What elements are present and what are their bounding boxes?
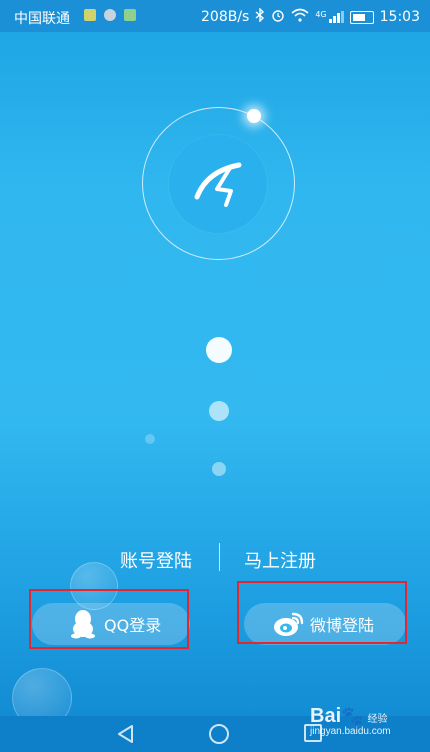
floating-dot [206,337,232,363]
app-logo-icon [194,162,242,207]
clock: 15:03 [379,9,420,25]
alarm-icon [271,8,285,26]
watermark-suffix: 经验 [367,714,388,725]
cellular-signal: 4G [315,10,344,23]
notification-app-icon [124,9,136,21]
account-login-link[interactable]: 账号登陆 [120,547,192,573]
account-links: 账号登陆 马上注册 [0,543,430,575]
status-bar: 中国联通 208B/s 4G 15:03 [0,0,430,32]
floating-dot [212,462,226,476]
paw-icon: 🐾 [341,706,364,726]
battery-icon [349,10,374,24]
watermark-url: jingyan.baidu.com [310,726,391,737]
home-icon[interactable] [209,724,229,744]
qq-highlight-box [29,589,189,649]
status-right: 208B/s 4G 15:03 [201,7,420,26]
network-speed: 208B/s [201,9,250,25]
notification-app-icon [84,9,96,21]
watermark-brand: Bai [310,705,342,727]
app-logo [169,135,267,233]
notification-icons [84,9,136,21]
ring-glow-dot [247,109,261,123]
floating-dot [145,434,155,444]
floating-dot [209,401,229,421]
bluetooth-icon [255,7,265,26]
signal-icon [328,11,344,23]
notification-app-icon [104,9,116,21]
carrier-name: 中国联通 [14,11,70,27]
register-link[interactable]: 马上注册 [244,547,316,573]
link-divider [219,543,220,571]
weibo-highlight-box [237,581,407,644]
wifi-icon [291,8,309,26]
baidu-watermark: Bai🐾 经验 jingyan.baidu.com [310,705,391,737]
login-screen: 中国联通 208B/s 4G 15:03 账号登陆 马上注册 QQ登录 微博登陆… [0,0,430,752]
back-icon[interactable] [116,724,136,749]
network-type: 4G [315,10,327,19]
